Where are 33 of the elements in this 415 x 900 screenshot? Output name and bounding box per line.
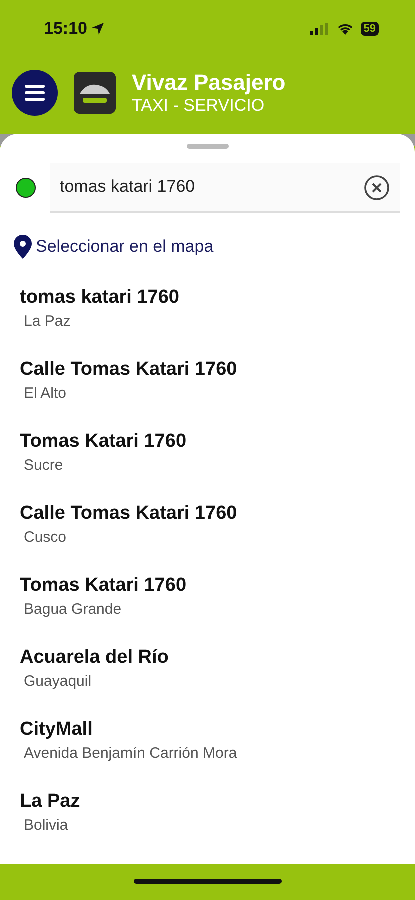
result-title[interactable]: CityMall	[20, 719, 395, 741]
signal-icon	[310, 23, 330, 35]
result-title[interactable]: tomas katari 1760	[20, 287, 395, 309]
result-title[interactable]: Calle Tomas Katari 1760	[20, 359, 395, 381]
menu-icon	[25, 85, 45, 101]
result-title[interactable]: Tomas Katari 1760	[20, 431, 395, 453]
result-title[interactable]: Tomas Katari 1760	[20, 575, 395, 597]
drag-handle[interactable]	[186, 144, 228, 149]
wifi-icon	[336, 23, 354, 35]
clear-icon	[364, 175, 390, 201]
app-subtitle: TAXI - SERVICIO	[132, 96, 266, 116]
result-title[interactable]: La Paz	[20, 791, 395, 813]
result-subtitle: Sucre	[24, 457, 64, 474]
result-subtitle: Guayaquil	[24, 673, 93, 690]
origin-dot	[16, 178, 36, 198]
menu-button[interactable]	[12, 70, 58, 116]
app-title: Vivaz Pasajero	[132, 70, 286, 96]
battery-level: 59	[360, 22, 379, 36]
result-subtitle: Avenida Benjamín Carrión Mora	[24, 745, 238, 762]
search-field[interactable]: tomas katari 1760	[50, 163, 400, 213]
result-subtitle: Cusco	[24, 529, 68, 546]
select-on-map-link[interactable]: Seleccionar en el mapa	[36, 237, 214, 257]
location-pin-icon	[14, 235, 32, 259]
result-subtitle: El Alto	[24, 385, 68, 402]
result-subtitle: Bolivia	[24, 817, 70, 834]
clear-button[interactable]	[364, 175, 390, 201]
result-subtitle: La Paz	[24, 313, 72, 330]
status-time: 15:10	[44, 19, 106, 39]
result-title[interactable]: Acuarela del Río	[20, 647, 395, 669]
location-arrow-icon	[91, 22, 106, 36]
result-title[interactable]: Calle Tomas Katari 1760	[20, 503, 395, 525]
result-subtitle: Bagua Grande	[24, 601, 123, 618]
app-logo	[74, 72, 116, 114]
